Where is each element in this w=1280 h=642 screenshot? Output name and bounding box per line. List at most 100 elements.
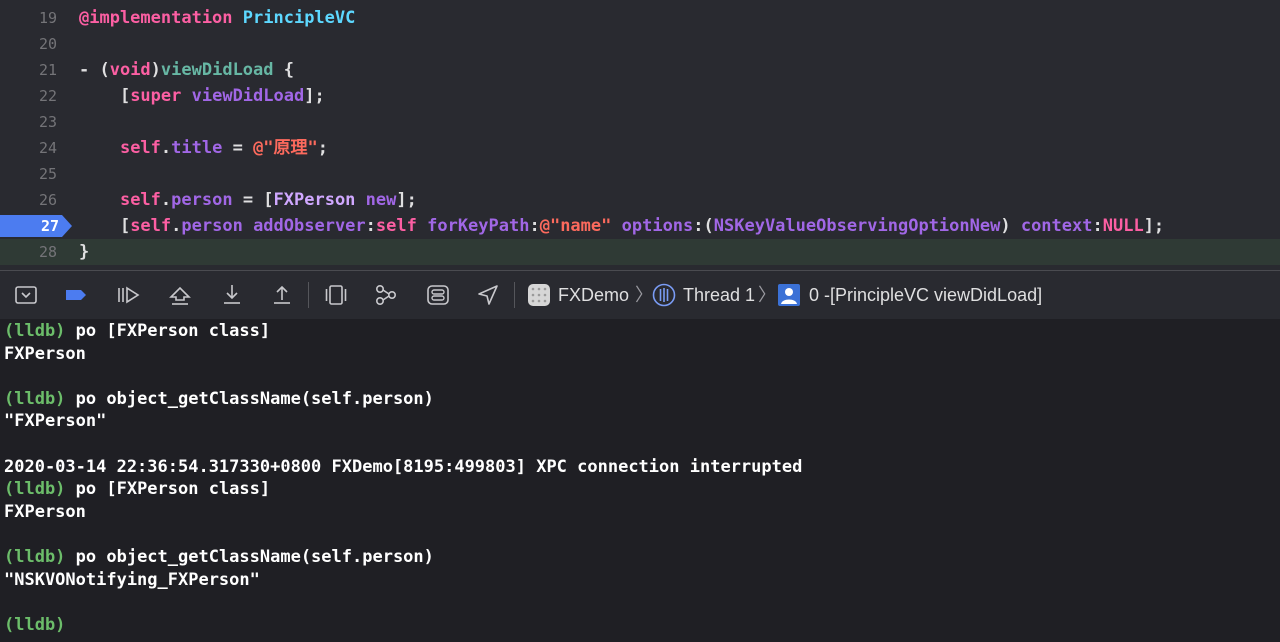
code-line[interactable]: 22 [super viewDidLoad]; (0, 83, 1280, 109)
code-token: viewDidLoad (191, 86, 305, 106)
line-number: 28 (38, 243, 57, 261)
lldb-prompt: (lldb) (4, 547, 66, 567)
step-over-icon (169, 286, 191, 305)
step-into-button[interactable] (220, 283, 244, 307)
code-line[interactable]: 27 [self.person addObserver:self forKeyP… (0, 213, 1280, 239)
stack-frame-icon (777, 283, 801, 307)
code-token: NULL (1102, 216, 1144, 236)
panel-collapse-icon (15, 286, 37, 304)
breakpoint-marker[interactable]: 27 (0, 215, 72, 237)
code-token: title (171, 138, 223, 158)
step-out-icon (274, 285, 290, 304)
simulate-location-button[interactable] (476, 283, 500, 307)
code-line[interactable]: 26 self.person = [FXPerson new]; (0, 187, 1280, 213)
console-line: FXPerson (4, 501, 86, 523)
code-token: [ (79, 86, 131, 106)
console-line: (lldb) po [FXPerson class] (4, 478, 270, 500)
toolbar-divider (514, 282, 515, 308)
code-token: forKeyPath (427, 216, 530, 236)
lldb-prompt: (lldb) (4, 321, 66, 341)
console-line: "FXPerson" (4, 410, 106, 432)
code-token: new (365, 190, 397, 210)
code-text: self.person = [FXPerson new]; (79, 187, 417, 213)
step-over-button[interactable] (168, 283, 192, 307)
code-token: = [ (232, 190, 274, 210)
source-editor[interactable]: 19 @implementation PrincipleVC 20 21 - (void… (0, 0, 1280, 268)
code-line[interactable]: 19 @implementation PrincipleVC (0, 5, 1280, 31)
breadcrumb-frame[interactable]: 0 -[PrincipleVC viewDidLoad] (809, 271, 1042, 319)
code-line[interactable]: 20 (0, 31, 1280, 57)
breadcrumb-app[interactable]: FXDemo (558, 271, 629, 319)
console-line: FXPerson (4, 343, 86, 365)
location-arrow-icon (478, 285, 498, 305)
app-icon (527, 283, 551, 307)
code-token: self (130, 216, 172, 236)
code-token: ]; (1143, 216, 1165, 236)
code-text: @implementation PrincipleVC (79, 5, 355, 31)
thread-icon (652, 283, 676, 307)
hide-debug-area-button[interactable] (14, 283, 38, 307)
code-token: @"name" (539, 216, 612, 236)
code-token: = (222, 138, 254, 158)
code-token: ) (1000, 216, 1021, 236)
console-text: po [FXPerson class] (65, 321, 271, 341)
console-line: (lldb) po object_getClassName(self.perso… (4, 388, 434, 410)
line-number: 23 (38, 113, 57, 131)
code-token: person (181, 216, 243, 236)
toolbar-divider (308, 282, 309, 308)
console-line: "NSKVONotifying_FXPerson" (4, 569, 260, 591)
line-number: 19 (38, 9, 57, 27)
code-line[interactable]: 25 (0, 161, 1280, 187)
code-line[interactable]: 23 (0, 109, 1280, 135)
lldb-console[interactable]: (lldb) po [FXPerson class] FXPerson (lldb)… (0, 319, 1280, 642)
line-number: 25 (38, 165, 57, 183)
view-debugger-button[interactable] (324, 283, 348, 307)
code-token: ; (317, 138, 329, 158)
console-text: "FXPerson" (4, 411, 107, 432)
chevron-right-icon: 〉 (635, 285, 653, 305)
code-token: ]; (396, 190, 417, 210)
continue-button[interactable] (116, 283, 140, 307)
code-line[interactable]: 28} (0, 239, 1280, 265)
code-token: ]; (304, 86, 325, 106)
line-number: 21 (38, 61, 57, 79)
lldb-prompt: (lldb) (4, 614, 66, 635)
code-token: } (79, 242, 90, 262)
lldb-prompt: (lldb) (4, 479, 66, 500)
code-token: self (119, 190, 161, 210)
console-text: po object_getClassName(self.person) (65, 388, 434, 409)
memory-graph-button[interactable] (374, 283, 398, 307)
line-number: 24 (38, 139, 57, 157)
code-token: . (160, 190, 172, 210)
console-line: (lldb) po object_getClassName(self.perso… (4, 546, 434, 568)
console-text: FXPerson (4, 343, 86, 364)
code-line[interactable]: 21 - (void)viewDidLoad { (0, 57, 1280, 83)
chevron-right-icon: 〉 (758, 285, 776, 305)
code-token: super (130, 86, 182, 106)
console-line: 2020-03-14 22:36:54.317330+0800 FXDemo[8… (4, 456, 802, 478)
breadcrumb-thread[interactable]: Thread 1 (683, 271, 755, 319)
code-token: @implementation (79, 8, 233, 28)
code-line[interactable]: 24 self.title = @"原理"; (0, 135, 1280, 161)
view-hierarchy-icon (325, 285, 347, 305)
code-token: viewDidLoad (160, 60, 274, 80)
console-line: (lldb) (4, 614, 65, 636)
environment-overrides-button[interactable] (426, 283, 450, 307)
console-text: po [FXPerson class] (65, 479, 271, 500)
code-token: [ (79, 216, 131, 236)
code-token: ) (150, 60, 161, 80)
breakpoints-toggle-button[interactable] (64, 283, 88, 307)
code-token: NSKeyValueObservingOptionNew (713, 216, 1001, 236)
line-number: 20 (38, 35, 57, 53)
console-text: po object_getClassName(self.person) (65, 547, 434, 567)
console-line: (lldb) po [FXPerson class] (4, 320, 270, 342)
step-out-button[interactable] (270, 283, 294, 307)
